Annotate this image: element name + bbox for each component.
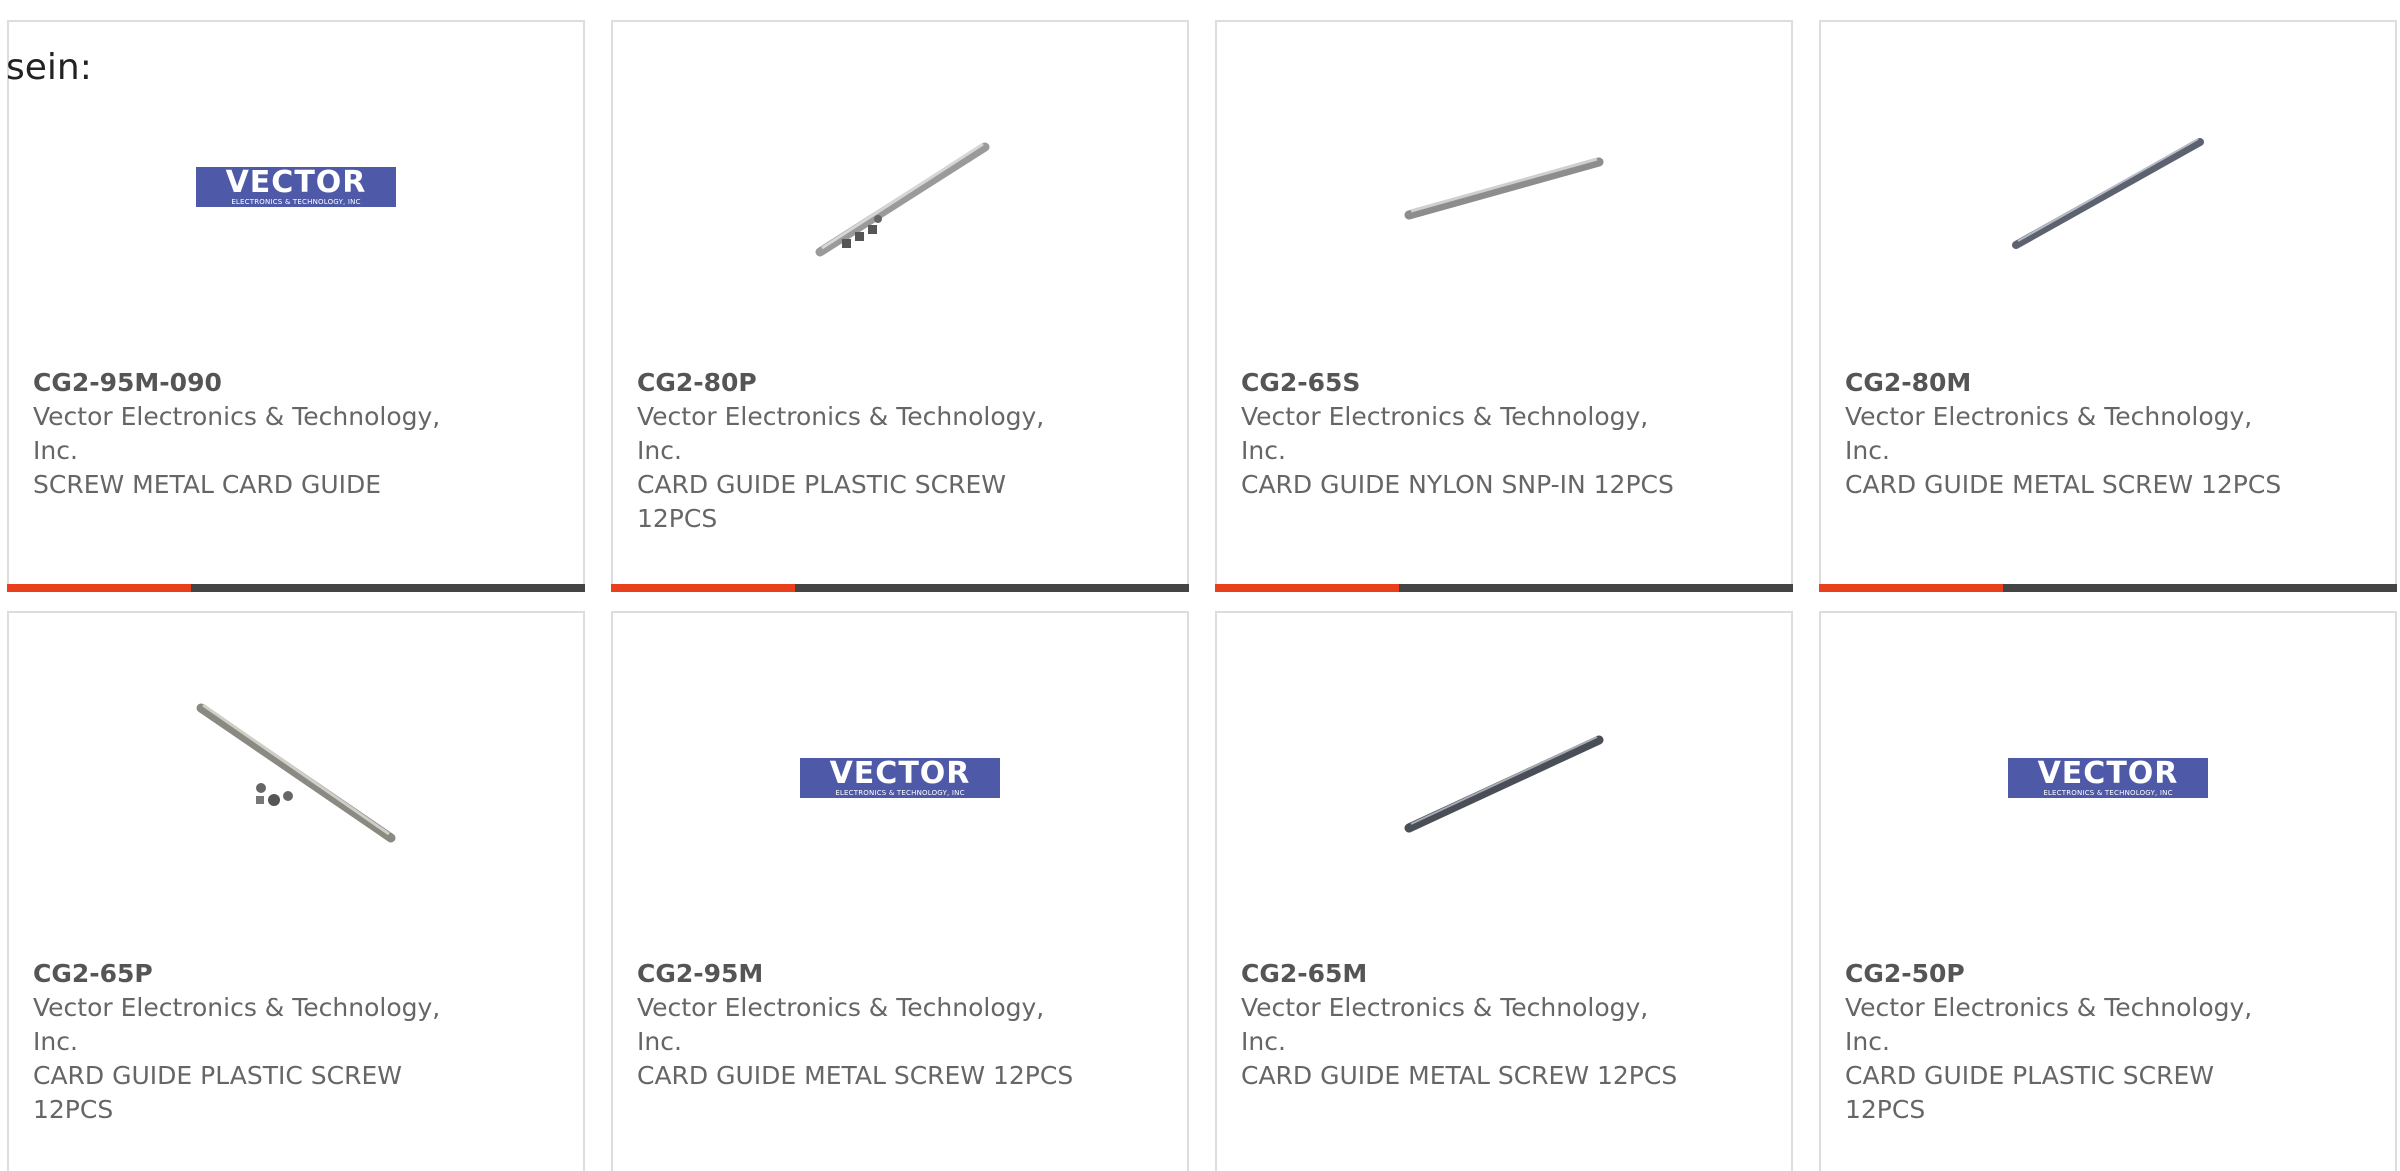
product-info: CG2-80P Vector Electronics & Technology,… — [637, 366, 1077, 536]
product-manufacturer: Vector Electronics & Technology, Inc. — [637, 993, 1045, 1056]
product-info: CG2-65M Vector Electronics & Technology,… — [1241, 957, 1681, 1093]
product-description: CARD GUIDE METAL SCREW 12PCS — [1845, 470, 2282, 499]
product-part-number[interactable]: CG2-80P — [637, 366, 1077, 400]
product-description: CARD GUIDE METAL SCREW 12PCS — [637, 1061, 1074, 1090]
product-manufacturer: Vector Electronics & Technology, Inc. — [1845, 402, 2253, 465]
card-guide-rail-image — [1404, 678, 1604, 878]
product-manufacturer: Vector Electronics & Technology, Inc. — [33, 402, 441, 465]
product-card[interactable]: CG2-65S Vector Electronics & Technology,… — [1215, 20, 1793, 592]
intro-text: sein: — [6, 47, 92, 88]
product-image[interactable] — [2008, 87, 2208, 287]
card-guide-rail-with-screws-image — [196, 678, 396, 878]
product-manufacturer: Vector Electronics & Technology, Inc. — [1241, 402, 1649, 465]
product-info: CG2-95M Vector Electronics & Technology,… — [637, 957, 1077, 1093]
vector-logo: VECTOR ELECTRONICS & TECHNOLOGY, INC — [2008, 758, 2208, 798]
product-image[interactable]: VECTOR ELECTRONICS & TECHNOLOGY, INC — [196, 87, 396, 287]
card-footer-bar — [1819, 584, 2397, 592]
product-image[interactable] — [800, 87, 1000, 287]
product-card[interactable]: VECTOR ELECTRONICS & TECHNOLOGY, INC CG2… — [1819, 611, 2397, 1171]
product-card[interactable]: VECTOR ELECTRONICS & TECHNOLOGY, INC CG2… — [7, 20, 585, 592]
product-part-number[interactable]: CG2-95M — [637, 957, 1077, 991]
product-part-number[interactable]: CG2-50P — [1845, 957, 2285, 991]
product-manufacturer: Vector Electronics & Technology, Inc. — [33, 993, 441, 1056]
product-description: SCREW METAL CARD GUIDE — [33, 470, 382, 499]
card-guide-rail-image — [2008, 87, 2208, 287]
card-accent-segment — [611, 584, 795, 592]
product-grid: VECTOR ELECTRONICS & TECHNOLOGY, INC CG2… — [0, 0, 2400, 1171]
product-part-number[interactable]: CG2-65S — [1241, 366, 1681, 400]
product-description: CARD GUIDE PLASTIC SCREW 12PCS — [1845, 1061, 2214, 1124]
product-card[interactable]: VECTOR ELECTRONICS & TECHNOLOGY, INC CG2… — [611, 611, 1189, 1171]
product-manufacturer: Vector Electronics & Technology, Inc. — [1241, 993, 1649, 1056]
product-part-number[interactable]: CG2-80M — [1845, 366, 2285, 400]
card-footer-bar — [1215, 584, 1793, 592]
product-info: CG2-65P Vector Electronics & Technology,… — [33, 957, 473, 1127]
product-description: CARD GUIDE PLASTIC SCREW 12PCS — [637, 470, 1006, 533]
vector-logo: VECTOR ELECTRONICS & TECHNOLOGY, INC — [196, 167, 396, 207]
product-part-number[interactable]: CG2-95M-090 — [33, 366, 473, 400]
product-description: CARD GUIDE PLASTIC SCREW 12PCS — [33, 1061, 402, 1124]
product-description: CARD GUIDE NYLON SNP-IN 12PCS — [1241, 470, 1674, 499]
product-card[interactable]: CG2-65P Vector Electronics & Technology,… — [7, 611, 585, 1171]
card-guide-rail-with-screws-image — [800, 87, 1000, 287]
product-image[interactable]: VECTOR ELECTRONICS & TECHNOLOGY, INC — [2008, 678, 2208, 878]
product-image[interactable] — [1404, 678, 1604, 878]
product-card[interactable]: CG2-80P Vector Electronics & Technology,… — [611, 20, 1189, 592]
product-manufacturer: Vector Electronics & Technology, Inc. — [1845, 993, 2253, 1056]
product-info: CG2-50P Vector Electronics & Technology,… — [1845, 957, 2285, 1127]
card-accent-segment — [1215, 584, 1399, 592]
product-card[interactable]: CG2-80M Vector Electronics & Technology,… — [1819, 20, 2397, 592]
product-info: CG2-80M Vector Electronics & Technology,… — [1845, 366, 2285, 502]
card-accent-segment — [7, 584, 191, 592]
product-manufacturer: Vector Electronics & Technology, Inc. — [637, 402, 1045, 465]
product-card[interactable]: CG2-65M Vector Electronics & Technology,… — [1215, 611, 1793, 1171]
card-accent-segment — [1819, 584, 2003, 592]
product-part-number[interactable]: CG2-65M — [1241, 957, 1681, 991]
vector-logo: VECTOR ELECTRONICS & TECHNOLOGY, INC — [800, 758, 1000, 798]
product-image[interactable] — [1404, 87, 1604, 287]
product-description: CARD GUIDE METAL SCREW 12PCS — [1241, 1061, 1678, 1090]
product-image[interactable] — [196, 678, 396, 878]
product-info: CG2-65S Vector Electronics & Technology,… — [1241, 366, 1681, 502]
product-part-number[interactable]: CG2-65P — [33, 957, 473, 991]
card-guide-rail-image — [1404, 87, 1604, 287]
product-info: CG2-95M-090 Vector Electronics & Technol… — [33, 366, 473, 502]
card-footer-bar — [7, 584, 585, 592]
product-image[interactable]: VECTOR ELECTRONICS & TECHNOLOGY, INC — [800, 678, 1000, 878]
card-footer-bar — [611, 584, 1189, 592]
